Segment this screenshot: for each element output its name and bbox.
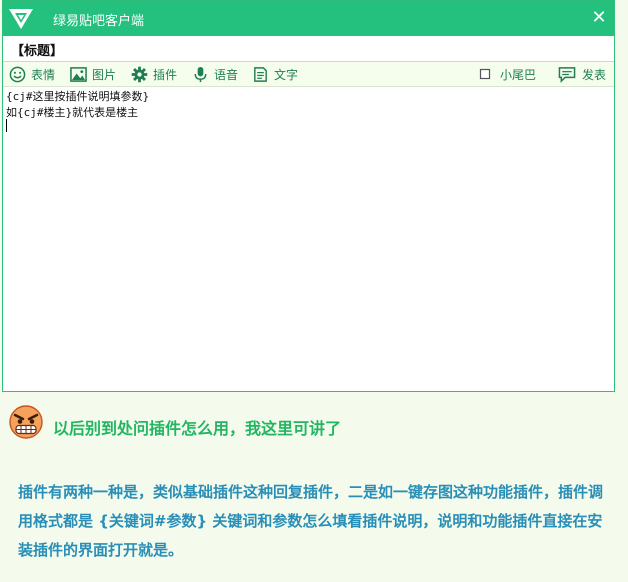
comment-icon	[558, 66, 576, 83]
triangle-logo-icon	[9, 9, 33, 29]
notice: 以后别到处问插件怎么用，我这里可讲了	[8, 404, 608, 446]
title-bar[interactable]: 绿易贴吧客户端 ✕	[3, 1, 614, 36]
post-editor-window: 绿易贴吧客户端 ✕ 【标题】 表情 图片 插件 语音 文字 小尾巴 发表 {cj…	[2, 0, 615, 392]
close-button[interactable]: ✕	[589, 7, 609, 29]
image-icon	[70, 66, 87, 82]
checkbox-icon[interactable]	[479, 68, 491, 80]
text-caret	[6, 119, 7, 132]
editor-line: {cj#这里按插件说明填参数}	[6, 90, 150, 103]
right-edge	[616, 0, 628, 392]
voice-label: 语音	[214, 67, 239, 82]
subject-value: 【标题】	[11, 44, 64, 59]
editor-toolbar: 表情 图片 插件 语音 文字 小尾巴 发表	[3, 62, 614, 87]
text-button[interactable]: 文字	[252, 65, 298, 83]
notice-text: 以后别到处问插件怎么用，我这里可讲了	[53, 419, 342, 438]
explanation-paragraph: 插件有两种一种是，类似基础插件这种回复插件，二是如一键存图这种功能插件，插件调用…	[18, 483, 604, 559]
voice-button[interactable]: 语音	[192, 65, 238, 83]
post-label: 发表	[582, 67, 607, 82]
subject-field[interactable]: 【标题】	[3, 36, 614, 62]
emoji-button[interactable]: 表情	[9, 65, 55, 83]
smiley-icon	[9, 66, 26, 82]
editor-line: 如{cj#楼主}就代表是楼主	[6, 106, 139, 119]
image-label: 图片	[92, 67, 117, 82]
tail-label: 小尾巴	[500, 67, 537, 82]
text-label: 文字	[274, 67, 299, 82]
plugin-label: 插件	[153, 67, 178, 82]
microphone-icon	[194, 66, 207, 82]
plugin-button[interactable]: 插件	[131, 65, 177, 83]
window-title: 绿易贴吧客户端	[53, 14, 145, 29]
tail-toggle[interactable]: 小尾巴	[479, 65, 536, 83]
content-editor[interactable]: {cj#这里按插件说明填参数} 如{cj#楼主}就代表是楼主	[3, 87, 614, 391]
gear-icon	[131, 66, 148, 82]
angry-face-icon	[9, 405, 43, 439]
image-button[interactable]: 图片	[70, 65, 116, 83]
document-icon	[254, 66, 267, 82]
emoji-label: 表情	[31, 67, 56, 82]
post-button[interactable]: 发表	[557, 65, 606, 83]
